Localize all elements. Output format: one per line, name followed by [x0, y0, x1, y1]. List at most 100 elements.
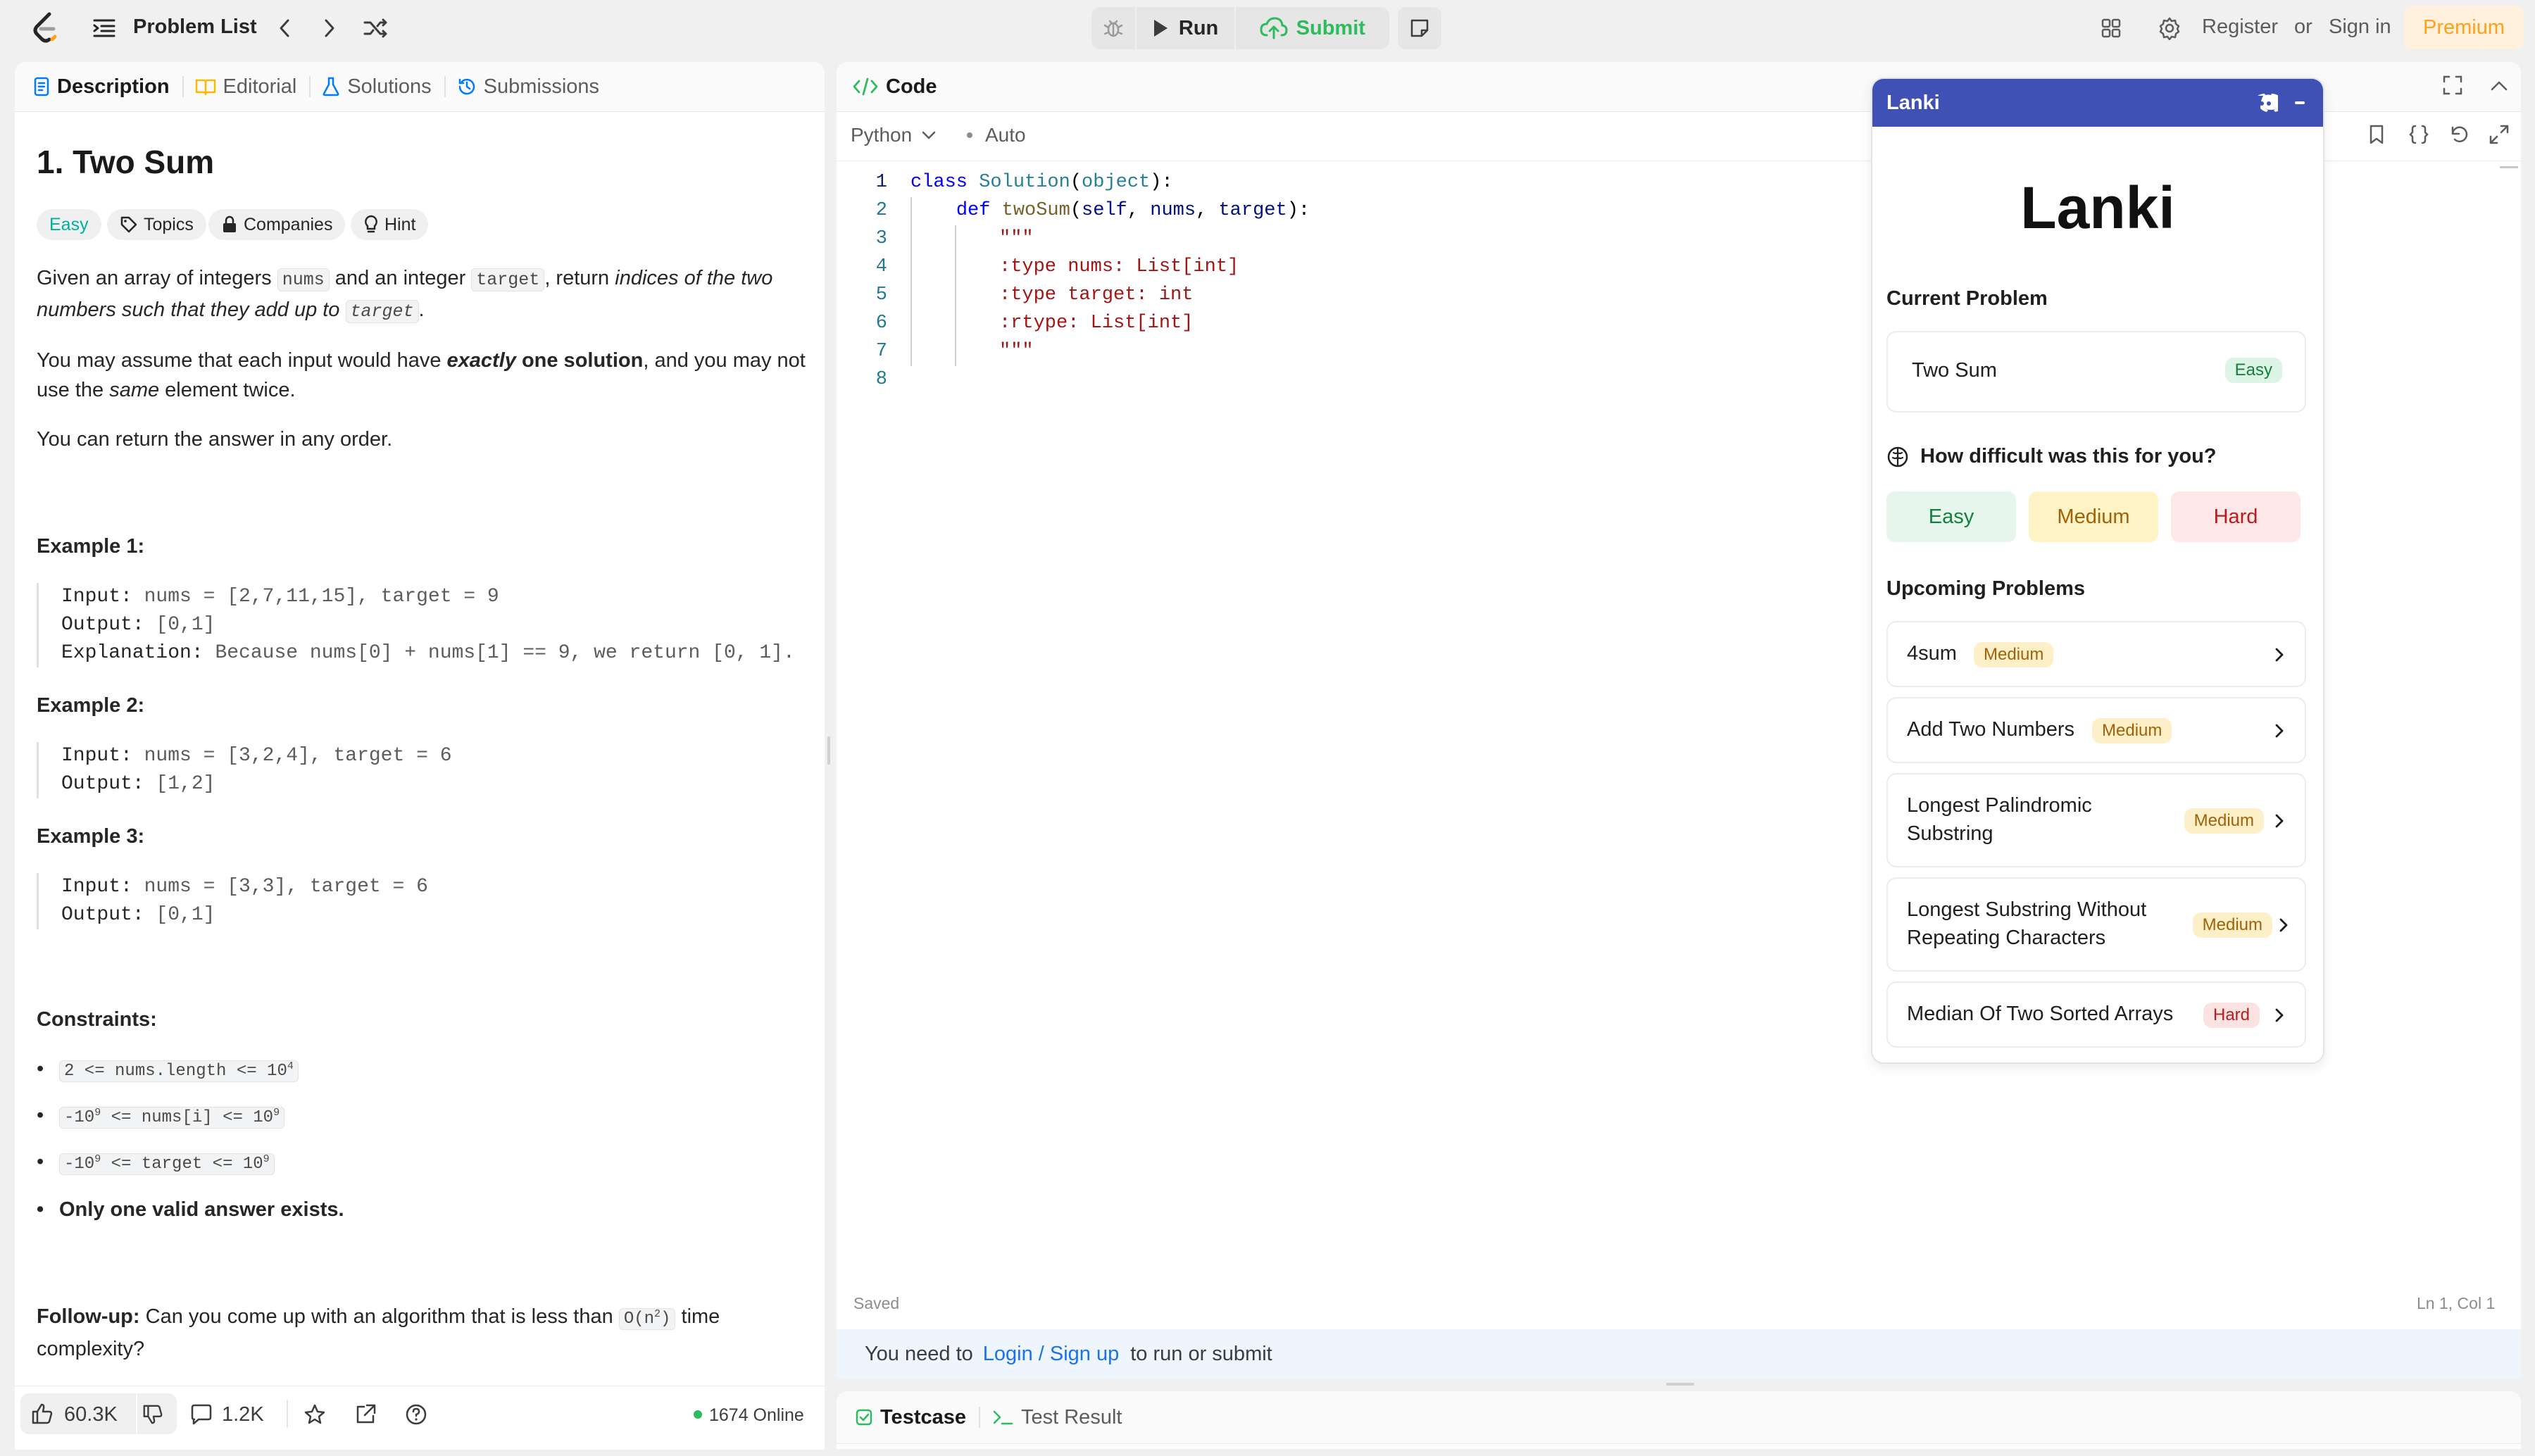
topics-tag[interactable]: Topics [107, 209, 206, 240]
problem-title[interactable]: 1. Two Sum [37, 143, 214, 181]
constraint-text: 2 <= nums.length <= 10 [64, 1062, 287, 1081]
rate-easy-button[interactable]: Easy [1886, 491, 2016, 542]
settings-gear-icon[interactable] [2155, 14, 2184, 42]
prev-problem-icon[interactable] [273, 14, 296, 42]
comment-count[interactable]: 1.2K [222, 1403, 264, 1426]
line-number: 3 [875, 228, 887, 249]
language-select[interactable]: Python [851, 124, 937, 146]
discord-icon[interactable] [2253, 93, 2278, 113]
code-keyword: class [910, 172, 968, 193]
upcoming-difficulty-badge: Hard [2203, 1003, 2260, 1028]
example-2-title: Example 2: [37, 694, 145, 717]
upcoming-problem-item[interactable]: Add Two Numbers Medium [1886, 697, 2306, 763]
tab-submissions[interactable]: Submissions [457, 75, 599, 99]
code-line[interactable]: :type nums: List[int] [999, 256, 1239, 277]
lanki-brand: Lanki [2020, 175, 2175, 241]
problem-list-link[interactable]: Problem List [133, 15, 257, 39]
leetcode-logo-icon[interactable] [30, 11, 61, 44]
upcoming-problem-item[interactable]: Longest Substring Without Repeating Char… [1886, 877, 2306, 972]
example-3-title: Example 3: [37, 825, 145, 848]
upcoming-problems-label: Upcoming Problems [1886, 577, 2085, 600]
language-label: Python [851, 124, 913, 146]
upcoming-problem-title: Median Of Two Sorted Arrays [1907, 1003, 2174, 1025]
statement-emphasis: exactly [446, 349, 516, 372]
code-line[interactable]: class Solution(object): [910, 172, 1173, 193]
layout-icon[interactable] [2097, 14, 2125, 42]
test-tabs: Testcase Test Result [837, 1391, 2521, 1444]
premium-button[interactable]: Premium [2404, 6, 2524, 49]
comment-icon[interactable] [189, 1403, 213, 1426]
login-signup-link[interactable]: Login / Sign up [983, 1343, 1119, 1366]
follow-up-code: O(n2) [618, 1308, 676, 1330]
resize-handle[interactable] [1666, 1383, 1694, 1386]
play-icon [1153, 20, 1168, 37]
chevron-right-icon [2275, 1008, 2284, 1022]
tab-description[interactable]: Description [33, 75, 170, 99]
upcoming-problem-title: Add Two Numbers [1907, 718, 2075, 741]
fullscreen-icon[interactable] [2489, 124, 2510, 145]
code-class: Solution [979, 172, 1070, 193]
description-footer: 60.3K 1.2K 1674 Online [15, 1386, 825, 1450]
code-line[interactable]: :type target: int [999, 284, 1193, 306]
cursor-position: Ln 1, Col 1 [2417, 1294, 2496, 1312]
companies-tag[interactable]: Companies [208, 209, 346, 240]
tab-testcase[interactable]: Testcase [855, 1406, 966, 1429]
tab-editorial[interactable]: Editorial [195, 75, 296, 99]
document-icon [34, 77, 49, 96]
notes-button[interactable] [1398, 7, 1441, 49]
shuffle-icon[interactable] [362, 14, 390, 42]
current-problem-card[interactable]: Two Sum Easy [1886, 331, 2306, 413]
upcoming-problem-item[interactable]: Median Of Two Sorted Arrays Hard [1886, 981, 2306, 1048]
constraint-text: -10 [64, 1155, 95, 1174]
hint-tag[interactable]: Hint [351, 209, 429, 240]
rate-hard-button[interactable]: Hard [2171, 491, 2301, 542]
reset-icon[interactable] [2448, 124, 2470, 145]
code-punct: ): [1150, 172, 1173, 193]
code-line[interactable]: def twoSum(self, nums, target): [910, 200, 1310, 221]
format-braces-icon[interactable] [2408, 124, 2429, 145]
minimize-icon[interactable] [2295, 101, 2305, 104]
code-keyword: def [956, 200, 991, 221]
maximize-icon[interactable] [2442, 75, 2463, 96]
sign-in-link[interactable]: Sign in [2329, 15, 2391, 39]
follow-up-label: Follow-up: [37, 1305, 140, 1328]
or-text: or [2294, 15, 2312, 38]
run-button[interactable]: Run [1137, 7, 1236, 49]
collapse-icon[interactable] [2489, 77, 2510, 94]
code-punct: ( [1070, 172, 1082, 193]
rate-medium-button[interactable]: Medium [2029, 491, 2158, 542]
indent-guide [955, 225, 956, 366]
statement-text: , return [544, 267, 615, 289]
problem-statement-1: Given an array of integers nums and an i… [37, 263, 811, 327]
thumbs-up-icon[interactable] [30, 1402, 54, 1426]
upcoming-difficulty-badge: Medium [2092, 718, 2172, 743]
help-icon[interactable] [405, 1403, 427, 1426]
tab-solutions[interactable]: Solutions [322, 75, 432, 99]
register-link[interactable]: Register [2202, 15, 2278, 39]
output-value: [1,2] [144, 773, 215, 795]
chevron-right-icon [2275, 724, 2284, 738]
debug-icon[interactable] [1091, 7, 1137, 49]
auto-mode-label[interactable]: Auto [985, 124, 1026, 146]
tab-test-result[interactable]: Test Result [991, 1406, 1122, 1429]
constraint-sup: 9 [94, 1153, 101, 1165]
code-line[interactable]: :rtype: List[int] [999, 313, 1193, 334]
thumbs-down-icon[interactable] [142, 1403, 164, 1426]
tab-code[interactable]: Code [852, 75, 937, 99]
terminal-icon [993, 1410, 1013, 1425]
code-line[interactable]: """ [999, 228, 1034, 249]
auto-dot [967, 132, 972, 138]
constraint-sup: 4 [287, 1060, 294, 1072]
vertical-resize-handle[interactable] [827, 736, 830, 765]
bookmark-icon[interactable] [2367, 124, 2386, 145]
upcoming-problem-item[interactable]: Longest Palindromic Substring Medium [1886, 773, 2306, 867]
upcoming-problem-item[interactable]: 4sum Medium [1886, 621, 2306, 687]
book-icon [195, 79, 215, 96]
next-problem-icon[interactable] [318, 14, 341, 42]
submit-button[interactable]: Submit [1236, 7, 1389, 49]
upcoming-problem-title: Longest Substring Without Repeating Char… [1907, 896, 2146, 952]
code-line[interactable]: """ [999, 341, 1034, 362]
share-icon[interactable] [354, 1403, 377, 1426]
star-icon[interactable] [303, 1403, 326, 1426]
problem-list-icon[interactable] [92, 15, 117, 41]
